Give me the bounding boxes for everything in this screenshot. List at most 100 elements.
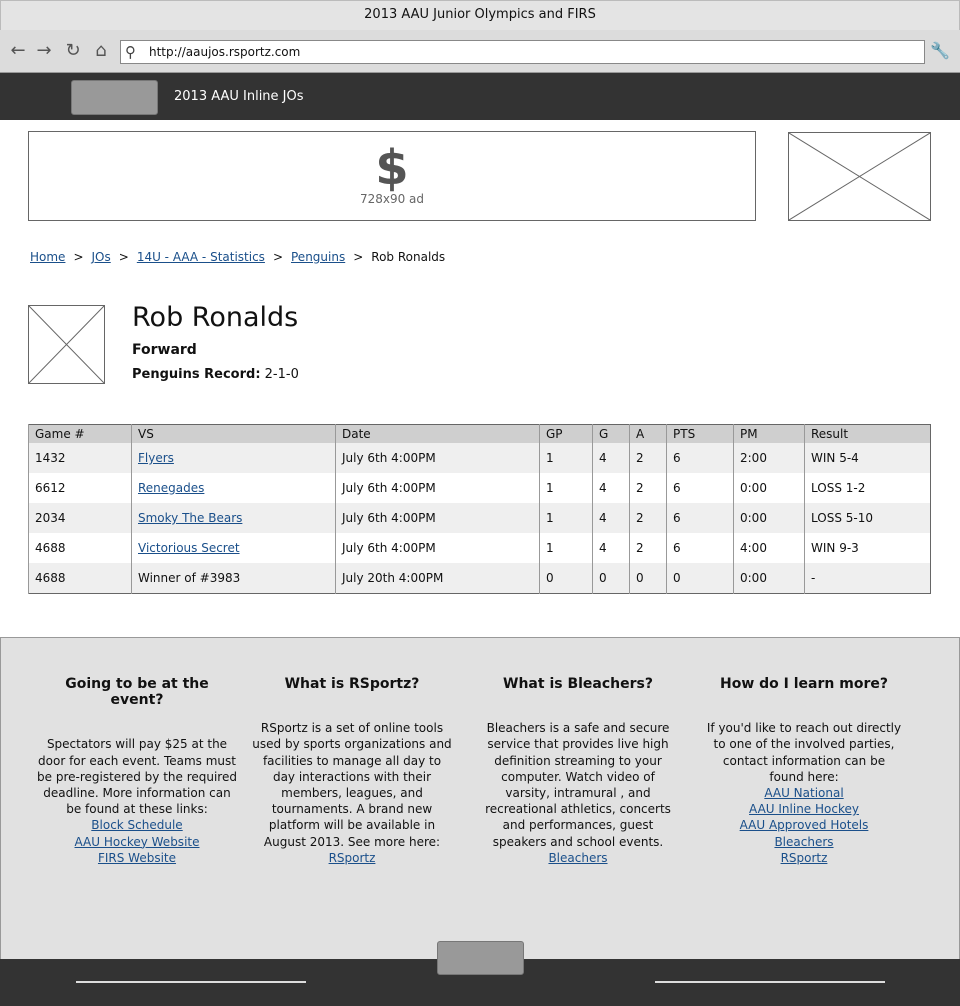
breadcrumb-penguins[interactable]: Penguins	[291, 250, 345, 264]
column-header[interactable]: A	[629, 424, 667, 443]
firs-website-link[interactable]: FIRS Website	[37, 850, 237, 866]
cell-pts: 6	[666, 443, 734, 473]
game-stats-table: Game # VS Date GP G A PTS PM Result 1432…	[28, 424, 931, 594]
breadcrumb-home[interactable]: Home	[30, 250, 65, 264]
cell-pm: 2:00	[733, 443, 805, 473]
player-position: Forward	[132, 342, 197, 358]
browser-toolbar: ← → ↻ ⌂ ⚲ http://aaujos.rsportz.com 🔧	[0, 30, 960, 73]
forward-arrow-icon[interactable]: →	[34, 41, 54, 61]
cell-pm: 0:00	[733, 503, 805, 533]
aau-approved-hotels-link[interactable]: AAU Approved Hotels	[704, 817, 904, 833]
cell-game-number: 1432	[28, 443, 132, 473]
side-ad-placeholder[interactable]	[788, 132, 931, 221]
aau-national-link[interactable]: AAU National	[704, 785, 904, 801]
player-photo-placeholder	[28, 305, 105, 384]
cell-game-number: 6612	[28, 473, 132, 503]
cell-a: 2	[629, 533, 667, 563]
breadcrumb-jos[interactable]: JOs	[92, 250, 111, 264]
cell-game-number: 4688	[28, 533, 132, 563]
cell-gp: 0	[539, 563, 593, 594]
address-bar[interactable]: ⚲ http://aaujos.rsportz.com	[120, 40, 925, 64]
cell-gp: 1	[539, 473, 593, 503]
bleachers-link[interactable]: Bleachers	[704, 834, 904, 850]
cell-result: LOSS 5-10	[804, 503, 931, 533]
cell-a: 2	[629, 443, 667, 473]
cell-a: 2	[629, 503, 667, 533]
cell-a: 2	[629, 473, 667, 503]
cell-date: July 6th 4:00PM	[335, 503, 540, 533]
cell-gp: 1	[539, 503, 593, 533]
footer-rsportz-column: What is RSportz? RSportz is a set of onl…	[252, 676, 452, 866]
player-name: Rob Ronalds	[132, 302, 299, 333]
opponent-link[interactable]: Renegades	[138, 481, 204, 495]
opponent-link[interactable]: Victorious Secret	[138, 541, 240, 555]
column-header[interactable]: G	[592, 424, 630, 443]
back-arrow-icon[interactable]: ←	[8, 41, 28, 61]
breadcrumb-separator: >	[73, 250, 84, 264]
footer-event-column: Going to be at the event? Spectators wil…	[37, 676, 237, 866]
breadcrumb: Home > JOs >14U - AAA - Statistics > Penguins…	[30, 250, 445, 264]
breadcrumb-separator: >	[118, 250, 129, 264]
opponent-link[interactable]: Flyers	[138, 451, 174, 465]
logo-button[interactable]	[71, 80, 158, 115]
cell-g: 0	[592, 563, 630, 594]
cell-result: LOSS 1-2	[804, 473, 931, 503]
cell-vs: Smoky The Bears	[131, 503, 336, 533]
aau-inline-hockey-link[interactable]: AAU Inline Hockey	[704, 801, 904, 817]
aau-hockey-website-link[interactable]: AAU Hockey Website	[37, 834, 237, 850]
home-icon[interactable]: ⌂	[91, 41, 111, 61]
wrench-icon[interactable]: 🔧	[930, 41, 950, 60]
breadcrumb-current: Rob Ronalds	[371, 250, 446, 264]
column-header[interactable]: VS	[131, 424, 336, 443]
block-schedule-link[interactable]: Block Schedule	[37, 817, 237, 833]
cell-result: WIN 5-4	[804, 443, 931, 473]
cell-pts: 6	[666, 533, 734, 563]
rsportz-link[interactable]: RSportz	[704, 850, 904, 866]
cell-game-number: 4688	[28, 563, 132, 594]
app-header: 2013 AAU Inline JOs	[0, 73, 960, 120]
divider-line	[76, 981, 306, 983]
column-header[interactable]: PM	[733, 424, 805, 443]
cell-gp: 1	[539, 443, 593, 473]
cell-date: July 6th 4:00PM	[335, 473, 540, 503]
cell-vs: Victorious Secret	[131, 533, 336, 563]
table-row: 4688 Winner of #3983 July 20th 4:00PM 0 …	[28, 563, 931, 594]
footer-learn-title: How do I learn more?	[720, 676, 888, 692]
banner-ad[interactable]: $ 728x90 ad	[28, 131, 756, 221]
column-header[interactable]: PTS	[666, 424, 734, 443]
footer-bleachers-column: What is Bleachers? Bleachers is a safe a…	[478, 676, 678, 866]
column-header[interactable]: Game #	[28, 424, 132, 443]
refresh-icon[interactable]: ↻	[63, 41, 83, 61]
rsportz-link[interactable]: RSportz	[252, 850, 452, 866]
footer-rsportz-body: RSportz is a set of online tools used by…	[252, 721, 452, 849]
footer-learn-body: If you'd like to reach out directly to o…	[706, 721, 902, 784]
column-header[interactable]: GP	[539, 424, 593, 443]
search-icon: ⚲	[125, 43, 136, 61]
table-row: 4688 Victorious Secret July 6th 4:00PM 1…	[28, 533, 931, 563]
cell-result: WIN 9-3	[804, 533, 931, 563]
cell-g: 4	[592, 503, 630, 533]
cell-pm: 4:00	[733, 533, 805, 563]
footer-rsportz-title: What is RSportz?	[284, 676, 420, 692]
footer-bleachers-body: Bleachers is a safe and secure service t…	[485, 721, 671, 849]
footer-event-body: Spectators will pay $25 at the door for …	[37, 737, 237, 817]
player-record: Penguins Record: 2-1-0	[132, 367, 299, 382]
column-header[interactable]: Date	[335, 424, 540, 443]
cell-date: July 6th 4:00PM	[335, 533, 540, 563]
bleachers-link[interactable]: Bleachers	[478, 850, 678, 866]
table-row: 1432 Flyers July 6th 4:00PM 1 4 2 6 2:00…	[28, 443, 931, 473]
column-header[interactable]: Result	[804, 424, 931, 443]
table-row: 6612 Renegades July 6th 4:00PM 1 4 2 6 0…	[28, 473, 931, 503]
footer-event-title: Going to be at the event?	[65, 676, 209, 709]
cell-pts: 6	[666, 503, 734, 533]
cell-a: 0	[629, 563, 667, 594]
opponent-link[interactable]: Smoky The Bears	[138, 511, 242, 525]
table-row: 2034 Smoky The Bears July 6th 4:00PM 1 4…	[28, 503, 931, 533]
cell-g: 4	[592, 533, 630, 563]
footer-logo-button[interactable]	[437, 941, 524, 975]
footer-info: Going to be at the event? Spectators wil…	[0, 637, 960, 960]
breadcrumb-statistics[interactable]: 14U - AAA - Statistics	[137, 250, 265, 264]
record-value: 2-1-0	[264, 367, 299, 382]
cell-vs: Renegades	[131, 473, 336, 503]
record-label: Penguins Record:	[132, 367, 261, 382]
